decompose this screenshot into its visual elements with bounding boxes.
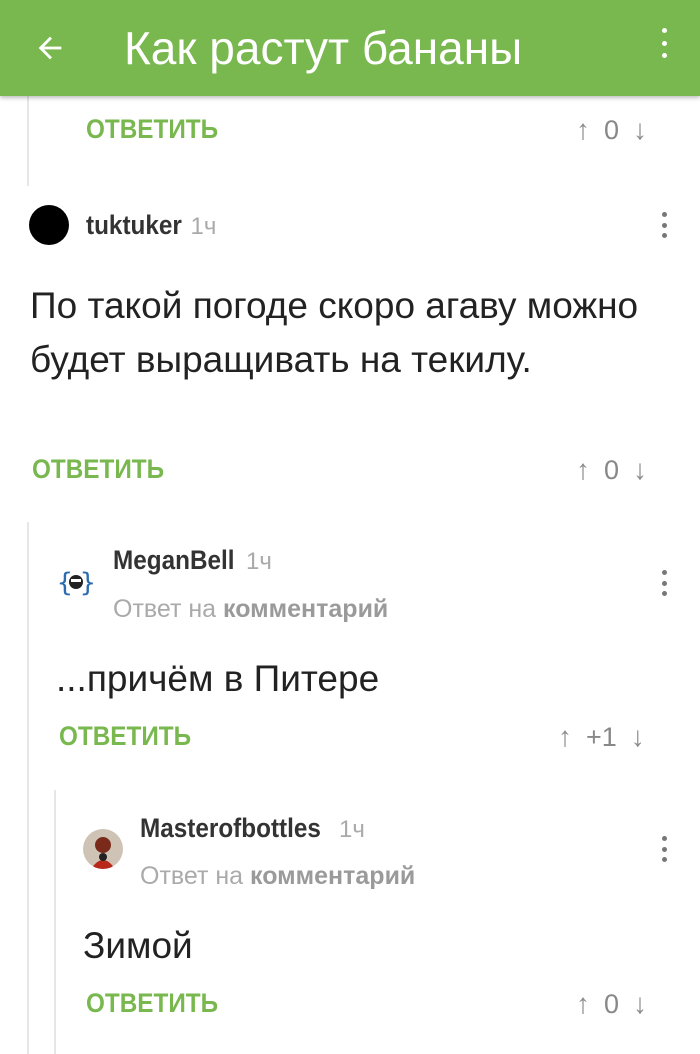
vote-controls: ↑ 0 ↓ [576,454,647,486]
thread-line [27,96,29,186]
reply-button[interactable]: ОТВЕТИТЬ [86,988,218,1019]
comment-author: Masterofbottles 1ч [140,813,365,844]
comment-text: По такой погоде скоро агаву можно будет … [30,285,639,380]
reply-to-link[interactable]: Ответ на комментарий [140,862,415,891]
more-vertical-icon[interactable] [660,836,668,862]
comment-text: Зимой [83,925,193,966]
reply-to-target[interactable]: комментарий [223,595,388,623]
upvote-icon[interactable]: ↑ [558,721,572,753]
downvote-icon[interactable]: ↓ [633,988,647,1020]
vote-count: 0 [604,454,620,485]
comment-time: 1ч [246,548,272,575]
vote-count: 0 [604,114,620,145]
more-vertical-icon[interactable] [654,28,674,58]
comment-time: 1ч [339,816,365,843]
more-vertical-icon[interactable] [660,570,668,596]
upvote-icon[interactable]: ↑ [576,114,590,146]
vote-controls: ↑ +1 ↓ [558,721,645,753]
app-bar: Как растут бананы [0,0,700,96]
page-title: Как растут бананы [124,22,523,74]
username[interactable]: Masterofbottles [140,813,321,844]
vote-controls: ↑ 0 ↓ [576,988,647,1020]
upvote-icon[interactable]: ↑ [576,454,590,486]
reply-button[interactable]: ОТВЕТИТЬ [86,114,218,145]
comment-author: MeganBell 1ч [113,545,272,576]
vote-controls: ↑ 0 ↓ [576,114,647,146]
username[interactable]: tuktuker [86,210,182,241]
vote-count: +1 [586,721,617,752]
comment-text: ...причём в Питере [56,658,380,699]
comment-author: tuktuker 1ч [86,210,216,241]
thread-line [54,790,56,1054]
reply-button[interactable]: ОТВЕТИТЬ [59,721,191,752]
downvote-icon[interactable]: ↓ [633,454,647,486]
reply-button[interactable]: ОТВЕТИТЬ [32,454,164,485]
username[interactable]: MeganBell [113,545,235,576]
reply-to-target[interactable]: комментарий [250,862,415,890]
comment-time: 1ч [190,213,217,240]
upvote-icon[interactable]: ↑ [576,988,590,1020]
vote-count: 0 [604,988,620,1019]
reply-to-prefix: Ответ на [113,595,217,623]
thread-line [27,522,29,1054]
arrow-left-icon[interactable] [30,24,70,72]
downvote-icon[interactable]: ↓ [633,114,647,146]
avatar[interactable] [83,829,123,869]
more-vertical-icon[interactable] [660,212,668,238]
avatar[interactable] [29,205,69,245]
avatar[interactable]: { } [56,562,96,602]
reply-to-link[interactable]: Ответ на комментарий [113,595,388,624]
downvote-icon[interactable]: ↓ [631,721,645,753]
reply-to-prefix: Ответ на [140,862,244,890]
